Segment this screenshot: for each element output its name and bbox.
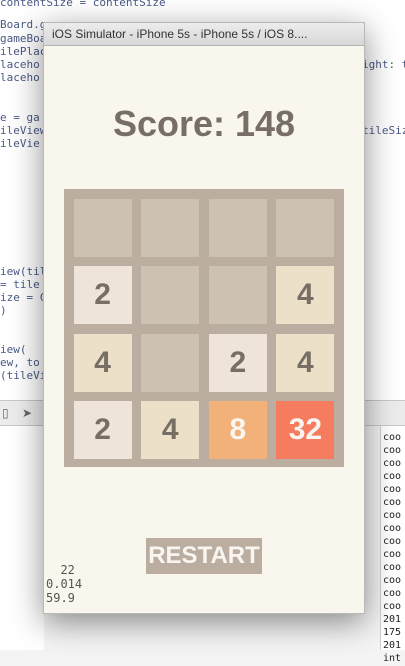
code-line: ize = C [0,291,47,304]
ios-simulator-window: iOS Simulator - iPhone 5s - iPhone 5s / … [43,22,365,614]
console-line: coo [383,562,402,573]
code-line: gameBoa [0,32,47,45]
console-line: 201 [383,640,402,651]
code-line: contentSize = contentSize [0,0,166,9]
empty-cell [208,266,267,325]
console-line: coo [383,510,402,521]
console-line: int [383,653,402,664]
perf-stat-line: 0.014 [46,577,83,591]
code-line: iew( [0,343,27,356]
tile: 8 [208,401,267,460]
console-line: coo [383,588,402,599]
breakpoint-icon[interactable]: ▯ [2,406,9,420]
code-line: = tile [0,278,40,291]
console-line: coo [383,432,402,443]
code-line: (tileVi [0,369,47,382]
window-titlebar[interactable]: iOS Simulator - iPhone 5s - iPhone 5s / … [44,23,364,46]
score-label: Score: 148 [112,103,296,144]
code-line: ew, to [0,356,40,369]
restart-button[interactable]: RESTART [146,538,262,574]
variables-pane [0,426,44,650]
empty-cell [141,333,200,392]
console-line: coo [383,445,402,456]
empty-cell [141,266,200,325]
code-line: tileSiz [362,124,405,137]
tile: 2 [73,266,132,325]
console-line: coo [383,536,402,547]
tile: 4 [276,266,335,325]
console-line: coo [383,497,402,508]
console-line: coo [383,523,402,534]
code-line: laceho [0,58,40,71]
code-line: ight: t [362,58,405,71]
window-title: iOS Simulator - iPhone 5s - iPhone 5s / … [52,27,308,41]
console-line: 201 [383,614,402,625]
tile: 4 [276,333,335,392]
code-line: iew(til [0,265,47,278]
console-line: coo [383,549,402,560]
console-line: coo [383,458,402,469]
console-line: 175 [383,627,402,638]
console-line: coo [383,471,402,482]
empty-cell [208,198,267,257]
code-line: laceho [0,71,40,84]
empty-cell [276,198,335,257]
code-line: ileVie [0,137,40,150]
empty-cell [141,198,200,257]
code-line: ) [0,304,7,317]
perf-stat-line: 22 [46,563,75,577]
code-line: e = ga [0,111,40,124]
location-arrow-icon[interactable]: ➤ [22,406,32,420]
console-line: coo [383,601,402,612]
perf-stat-line: 59.9 [46,591,75,605]
tile: 2 [208,333,267,392]
tile: 2 [73,401,132,460]
game-board[interactable]: 2 4 4 2 4 2 4 8 32 [64,189,344,467]
code-line: ileView [0,124,47,137]
tile: 4 [141,401,200,460]
empty-cell [73,198,132,257]
console-line: coo [383,484,402,495]
console-line: coo [383,575,402,586]
tile: 32 [276,401,335,460]
tile: 4 [73,333,132,392]
